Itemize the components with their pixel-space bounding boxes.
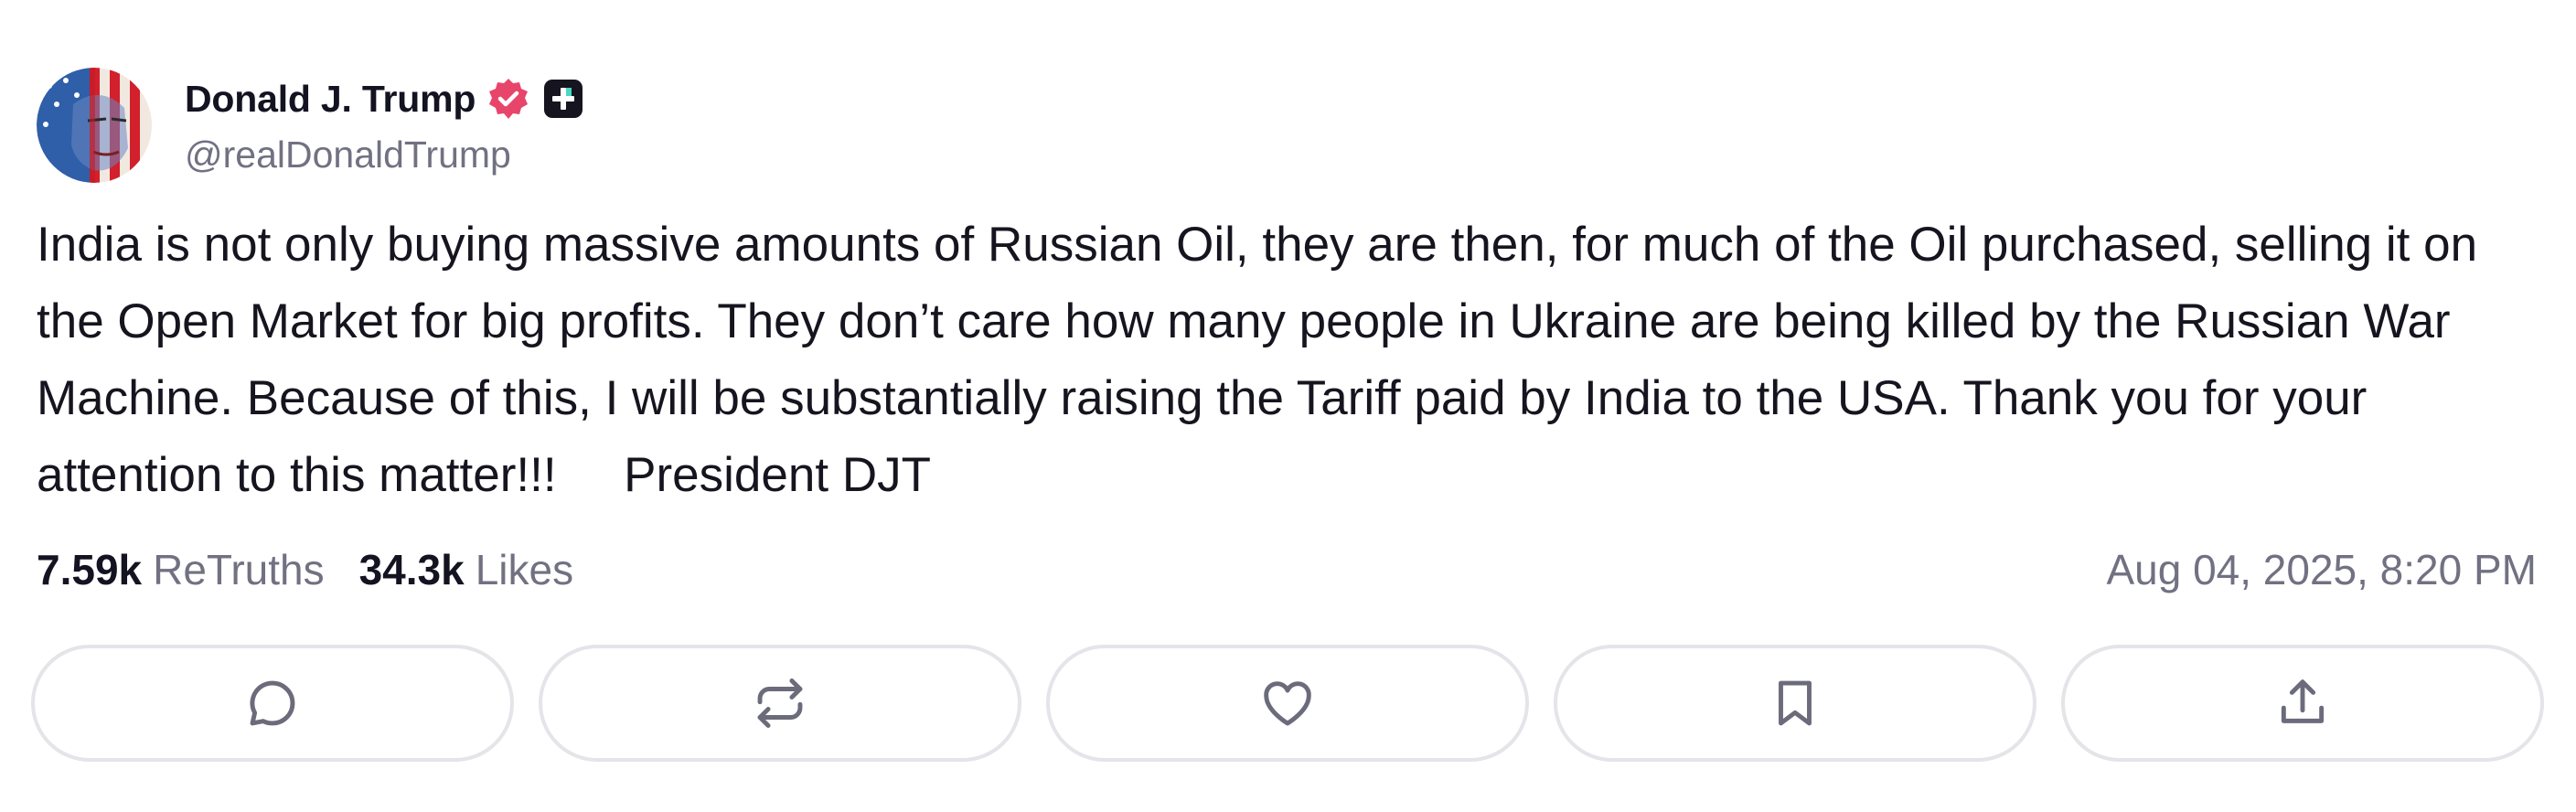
retruths-stat[interactable]: 7.59k ReTruths [37, 545, 325, 594]
author-handle[interactable]: @realDonaldTrump [185, 134, 583, 176]
likes-count: 34.3k [358, 546, 465, 593]
reply-button[interactable] [31, 645, 514, 762]
bookmark-button[interactable] [1554, 645, 2036, 762]
likes-stat[interactable]: 34.3k Likes [359, 545, 574, 594]
author-names: Donald J. Trump @realDonaldTrump [185, 68, 583, 176]
share-button[interactable] [2061, 645, 2544, 762]
post-header: Donald J. Trump @realDonaldTrump [37, 68, 583, 183]
like-button[interactable] [1046, 645, 1529, 762]
repost-icon [757, 678, 803, 728]
post-text: India is not only buying massive amounts… [37, 218, 2491, 502]
retruths-count: 7.59k [37, 546, 143, 593]
name-row: Donald J. Trump [185, 73, 583, 124]
post-timestamp[interactable]: Aug 04, 2025, 8:20 PM [2106, 545, 2537, 594]
post-stats: 7.59k ReTruths 34.3k Likes [37, 545, 573, 600]
share-icon [2281, 679, 2325, 723]
plus-badge-icon [543, 79, 583, 119]
retruths-label: ReTruths [153, 546, 325, 593]
display-name[interactable]: Donald J. Trump [185, 78, 476, 121]
truth-post: Donald J. Trump @realDonaldTrump India i… [0, 0, 2576, 812]
avatar[interactable] [37, 68, 152, 183]
verified-badge-icon [486, 77, 530, 121]
retruth-button[interactable] [539, 645, 1021, 762]
bookmark-icon [1779, 680, 1812, 726]
likes-label: Likes [475, 546, 574, 593]
heart-icon [1264, 681, 1311, 726]
comment-icon [250, 680, 295, 726]
action-bar [31, 645, 2544, 762]
